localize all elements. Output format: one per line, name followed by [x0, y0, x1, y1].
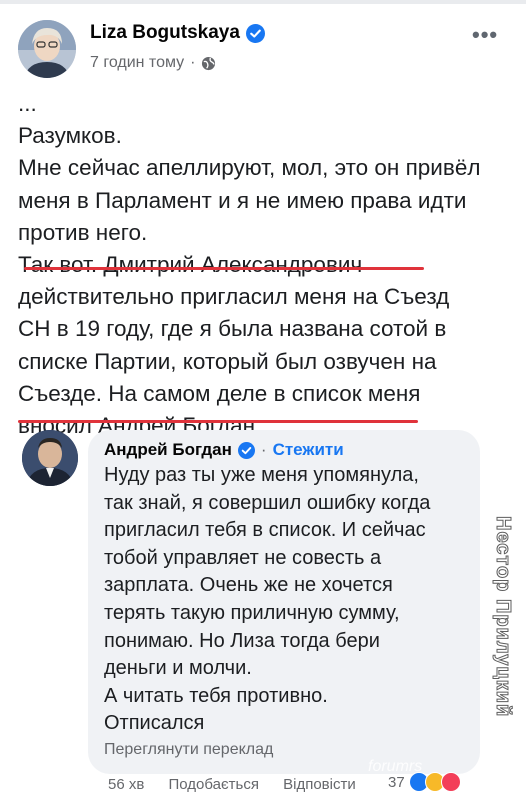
see-translation-link[interactable]: Переглянути переклад: [104, 741, 273, 759]
comment-author[interactable]: Андрей Богдан: [104, 440, 232, 460]
more-options-icon[interactable]: •••: [472, 22, 498, 48]
post-text: ... Разумков. Мне сейчас апеллируют, мол…: [18, 88, 518, 442]
post-line: Съезде. На самом деле в список меня: [18, 380, 421, 406]
post-meta: 7 годин тому ·: [90, 54, 216, 72]
comment-line: деньги и молчи.: [104, 657, 252, 680]
meta-separator: ·: [190, 54, 196, 71]
comment-line: А читать тебя противно.: [104, 684, 328, 707]
comment-header: Андрей Богдан · Стежити: [104, 440, 344, 460]
post-line: меня в Парламент и я не имею права идти: [18, 187, 467, 213]
red-underline-mark: [18, 420, 418, 423]
like-button[interactable]: Подобається: [169, 776, 259, 793]
verified-badge-icon: [237, 441, 255, 459]
comment-text: Нуду раз ты уже меня упомянула, так знай…: [104, 462, 474, 738]
author-watermark: Нестор Прилуцкий: [492, 516, 515, 718]
post-line: Разумков.: [18, 123, 122, 149]
post-line: ...: [18, 91, 37, 116]
comment-line: Отписался: [104, 712, 205, 735]
post-author[interactable]: Liza Bogutskaya: [90, 22, 265, 44]
reply-button[interactable]: Відповісти: [283, 776, 356, 793]
commenter-avatar[interactable]: [22, 430, 78, 486]
post-line: действительно пригласил меня на Съезд: [18, 284, 450, 310]
comment-line: пригласил тебя в список. И сейчас: [104, 519, 426, 542]
author-avatar[interactable]: [18, 20, 76, 78]
post-line: Мне сейчас апеллируют, мол, это он привё…: [18, 155, 481, 181]
follow-button[interactable]: Стежити: [273, 440, 344, 460]
header-separator: ·: [260, 440, 267, 459]
reaction-count: 37: [388, 773, 405, 791]
comment-line: зарплата. Очень же не хочется: [104, 574, 393, 597]
comment-line: Нуду раз ты уже меня упомянула,: [104, 464, 419, 486]
comment-line: терять такую приличную сумму,: [104, 601, 400, 624]
comment-actions: 56 хв Подобається Відповісти: [108, 776, 376, 793]
post-line: СН в 19 году, где я была названа сотой в: [18, 316, 447, 342]
post-time[interactable]: 7 годин тому: [90, 54, 184, 72]
red-underline-mark: [24, 267, 424, 270]
verified-badge-icon: [245, 23, 265, 43]
post-line: Так вот. Дмитрий Александрович: [18, 252, 363, 278]
love-reaction-icon: [440, 772, 461, 792]
post-line: против него.: [18, 219, 148, 245]
top-divider: [0, 0, 526, 4]
post-line: списке Партии, который был озвучен на: [18, 348, 437, 374]
author-name[interactable]: Liza Bogutskaya: [90, 22, 240, 44]
comment-line: понимаю. Но Лиза тогда бери: [104, 629, 380, 652]
globe-icon: [202, 56, 216, 70]
comment-line: так знай, я совершил ошибку когда: [104, 491, 431, 514]
site-watermark: forumrs: [368, 758, 423, 775]
comment-line: тобой управляет не совесть а: [104, 546, 382, 569]
comment-age[interactable]: 56 хв: [108, 776, 144, 793]
